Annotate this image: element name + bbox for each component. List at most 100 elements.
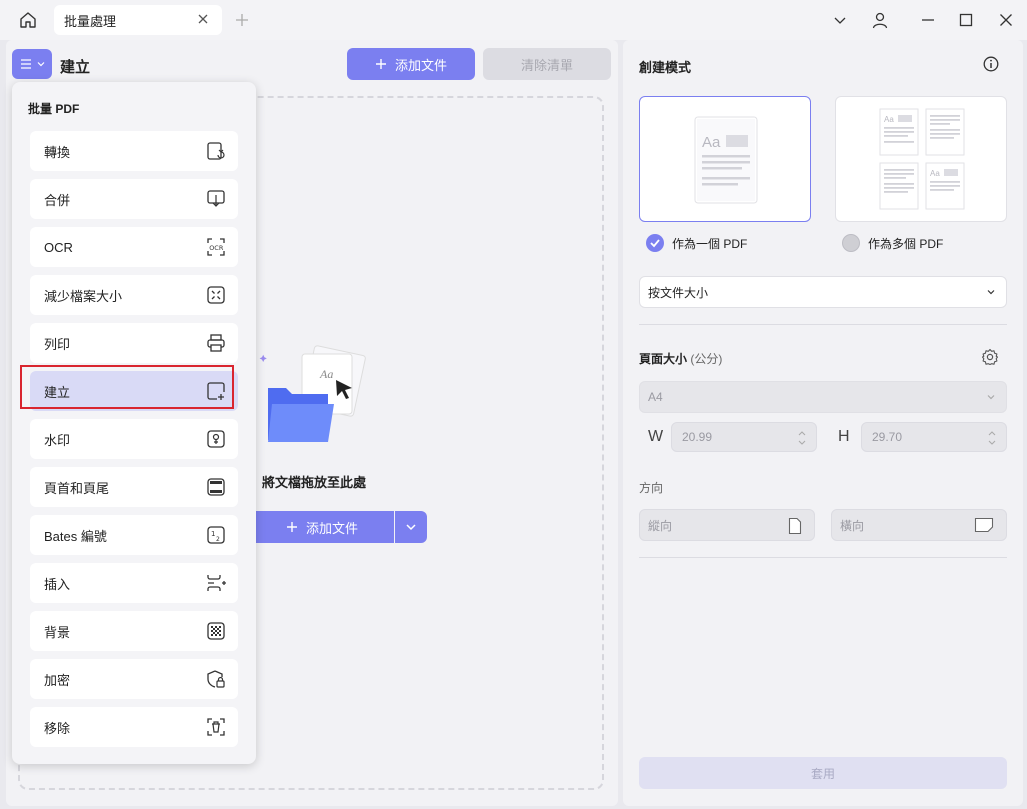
- portrait-button[interactable]: 縱向: [639, 509, 815, 541]
- folder-illustration-icon: Aa: [259, 345, 366, 442]
- minimize-icon: [922, 19, 934, 21]
- page-size-select[interactable]: A4: [639, 381, 1007, 413]
- menu-item-label: 水印: [44, 432, 71, 448]
- chevron-down-icon: [406, 524, 416, 531]
- encrypt-icon: [207, 670, 225, 688]
- convert-icon: [207, 142, 225, 160]
- clear-list-button[interactable]: 清除清單: [483, 48, 611, 80]
- height-label: H: [838, 428, 850, 445]
- menu-item-label: 減少檔案大小: [44, 288, 123, 304]
- compress-icon: [207, 286, 225, 304]
- split-mode-value: 按文件大小: [648, 285, 709, 300]
- tab-batch-process[interactable]: 批量處理: [54, 5, 222, 35]
- chevron-down-icon: [834, 17, 846, 24]
- batch-menu-panel: 批量 PDF 轉換 合併 OCR OCR 減少檔案大小 列印 建立 水印 頁首和…: [12, 82, 256, 764]
- height-value: 29.70: [872, 430, 903, 444]
- menu-toggle-button[interactable]: [12, 49, 52, 79]
- maximize-button[interactable]: [956, 10, 976, 30]
- divider: [639, 324, 1007, 325]
- mode-single-radio[interactable]: 作為一個 PDF: [646, 234, 747, 252]
- landscape-page-icon: [974, 517, 994, 533]
- plus-icon: [375, 59, 386, 69]
- mode-multi-card[interactable]: Aa Aa: [835, 96, 1007, 222]
- menu-item-encrypt[interactable]: 加密: [30, 659, 238, 699]
- page-title: 建立: [60, 59, 91, 76]
- apply-button[interactable]: 套用: [639, 757, 1007, 789]
- minimize-button[interactable]: [918, 10, 938, 30]
- menu-item-remove[interactable]: 移除: [30, 707, 238, 747]
- chevron-down-icon: [987, 395, 995, 400]
- radio-unchecked-icon: [842, 234, 860, 252]
- watermark-icon: [207, 430, 225, 448]
- menu-item-insert[interactable]: 插入: [30, 563, 238, 603]
- add-file-main-label: 添加文件: [305, 520, 358, 536]
- close-icon: [1000, 14, 1012, 26]
- svg-text:Aa: Aa: [930, 169, 940, 178]
- close-window-button[interactable]: [996, 10, 1016, 30]
- bates-number-icon: 12: [207, 526, 225, 544]
- dropdown-button[interactable]: [830, 10, 850, 30]
- width-input[interactable]: 20.99: [671, 422, 817, 452]
- menu-item-watermark[interactable]: 水印: [30, 419, 238, 459]
- insert-icon: [207, 575, 226, 591]
- mode-multi-label: 作為多個 PDF: [868, 236, 944, 251]
- svg-text:Aa: Aa: [884, 115, 894, 124]
- page-size-title-text: 頁面大小: [639, 352, 688, 366]
- mode-single-label: 作為一個 PDF: [672, 236, 748, 251]
- info-icon[interactable]: [983, 56, 999, 72]
- menu-item-compress[interactable]: 減少檔案大小: [30, 275, 238, 315]
- home-button[interactable]: [10, 6, 46, 34]
- divider: [639, 557, 1007, 558]
- orientation-title: 方向: [639, 481, 664, 495]
- menu-item-merge[interactable]: 合併: [30, 179, 238, 219]
- clear-list-label: 清除清單: [520, 57, 573, 73]
- width-label: W: [648, 428, 664, 445]
- mode-multi-radio[interactable]: 作為多個 PDF: [842, 234, 943, 252]
- menu-item-bates-number[interactable]: Bates 編號 12: [30, 515, 238, 555]
- mode-single-card[interactable]: Aa: [639, 96, 811, 222]
- landscape-label: 橫向: [840, 518, 865, 533]
- spinner-icon[interactable]: [988, 429, 996, 447]
- add-file-button[interactable]: 添加文件: [347, 48, 475, 80]
- drop-hint-text: 將文檔拖放至此處: [262, 475, 367, 490]
- ocr-icon: OCR: [207, 238, 225, 256]
- menu-item-label: 列印: [44, 336, 71, 352]
- svg-text:Aa: Aa: [702, 134, 721, 151]
- menu-item-label: 插入: [44, 576, 71, 592]
- new-tab-icon[interactable]: [234, 12, 250, 28]
- height-input[interactable]: 29.70: [861, 422, 1007, 452]
- menu-item-label: 背景: [44, 624, 71, 640]
- highlight-box: [20, 365, 234, 409]
- svg-text:OCR: OCR: [209, 244, 224, 252]
- menu-item-background[interactable]: 背景: [30, 611, 238, 651]
- svg-text:1: 1: [211, 530, 215, 538]
- portrait-page-icon: [788, 517, 802, 535]
- menu-item-convert[interactable]: 轉換: [30, 131, 238, 171]
- menu-header: 批量 PDF: [28, 102, 80, 116]
- split-mode-select[interactable]: 按文件大小: [639, 276, 1007, 308]
- svg-text:2: 2: [216, 536, 220, 543]
- svg-text:Aa: Aa: [319, 367, 333, 381]
- menu-item-label: 加密: [44, 672, 71, 688]
- radio-checked-icon: [646, 234, 664, 252]
- menu-item-label: Bates 編號: [44, 528, 107, 544]
- menu-item-ocr[interactable]: OCR OCR: [30, 227, 238, 267]
- single-document-icon: Aa: [694, 116, 758, 204]
- menu-item-header-footer[interactable]: 頁首和頁尾: [30, 467, 238, 507]
- page-size-value: A4: [648, 390, 663, 404]
- landscape-button[interactable]: 橫向: [831, 509, 1007, 541]
- settings-gear-icon[interactable]: [981, 348, 999, 366]
- add-file-label: 添加文件: [394, 57, 447, 73]
- add-file-main-button[interactable]: 添加文件: [250, 511, 394, 543]
- maximize-icon: [959, 13, 973, 27]
- account-button[interactable]: [870, 10, 890, 30]
- menu-item-print[interactable]: 列印: [30, 323, 238, 363]
- menu-item-label: 轉換: [44, 144, 71, 160]
- add-file-dropdown-button[interactable]: [395, 511, 427, 543]
- merge-icon: [207, 190, 225, 207]
- close-tab-icon[interactable]: [196, 12, 210, 26]
- page-size-unit: (公分): [690, 352, 723, 366]
- apply-label: 套用: [810, 766, 835, 781]
- chevron-down-icon: [37, 62, 45, 67]
- spinner-icon[interactable]: [798, 429, 806, 447]
